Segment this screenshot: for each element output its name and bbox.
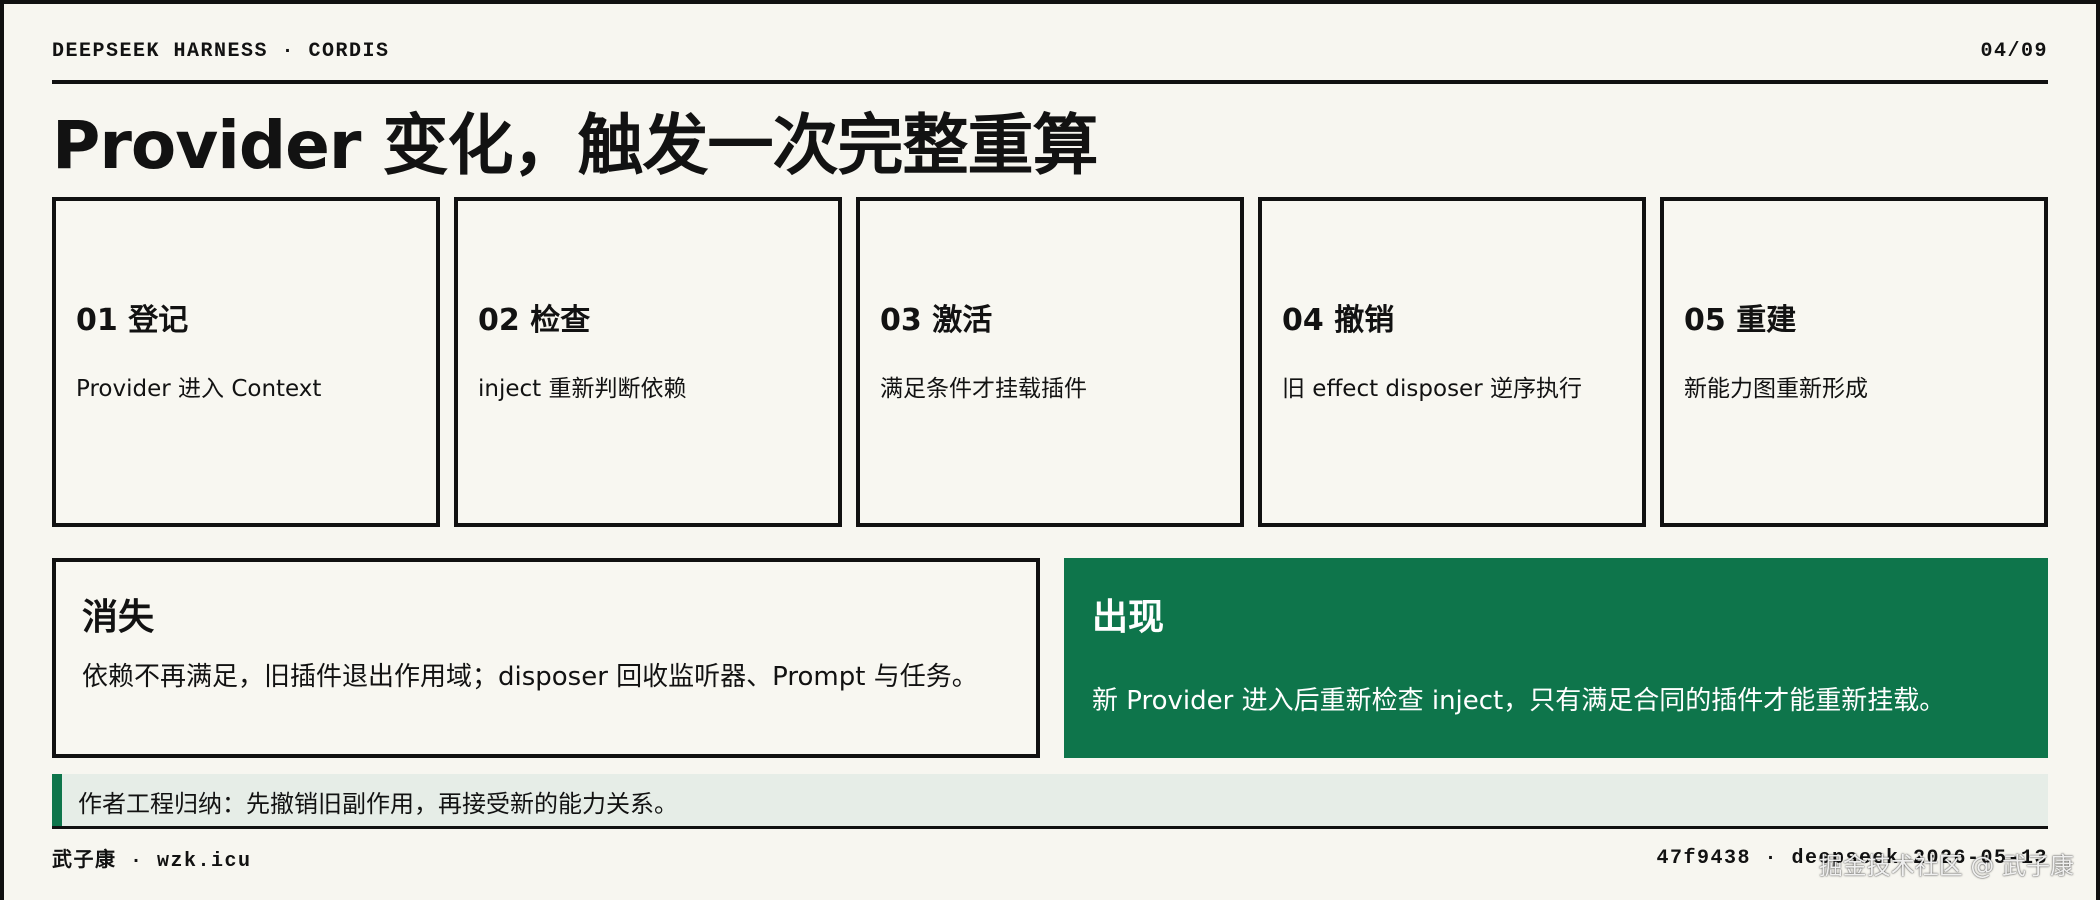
vanish-title: 消失 [82, 597, 155, 638]
footer-divider [52, 826, 2048, 829]
appear-title: 出现 [1092, 597, 1165, 638]
step-desc: Provider 进入 Context [76, 376, 322, 402]
appear-text: 新 Provider 进入后重新检查 inject，只有满足合同的插件才能重新挂… [1092, 686, 1946, 716]
step-card-rebuild: 05 重建 新能力图重新形成 [1660, 197, 2048, 527]
page-number: 04/09 [1980, 40, 2048, 63]
step-card-register: 01 登记 Provider 进入 Context [52, 197, 440, 527]
author-note: 作者工程归纳：先撤销旧副作用，再接受新的能力关系。 [52, 774, 2048, 828]
step-title: 02 检查 [478, 303, 591, 338]
appear-panel: 出现 新 Provider 进入后重新检查 inject，只有满足合同的插件才能… [1064, 558, 2048, 758]
step-card-check: 02 检查 inject 重新判断依赖 [454, 197, 842, 527]
step-desc: 旧 effect disposer 逆序执行 [1282, 376, 1582, 402]
comparison-panels: 消失 依赖不再满足，旧插件退出作用域；disposer 回收监听器、Prompt… [52, 558, 2048, 758]
step-card-activate: 03 激活 满足条件才挂载插件 [856, 197, 1244, 527]
vanish-panel: 消失 依赖不再满足，旧插件退出作用域；disposer 回收监听器、Prompt… [52, 558, 1040, 758]
brand-label: DEEPSEEK HARNESS · CORDIS [52, 40, 390, 63]
step-desc: inject 重新判断依赖 [478, 376, 687, 402]
page-header: DEEPSEEK HARNESS · CORDIS 04/09 [52, 40, 2048, 84]
author-label: 武子康 · wzk.icu [52, 850, 252, 873]
vanish-text: 依赖不再满足，旧插件退出作用域；disposer 回收监听器、Prompt 与任… [82, 662, 978, 692]
step-title: 04 撤销 [1282, 303, 1395, 338]
page-footer: 武子康 · wzk.icu 47f9438 · deepseek 2026-05… [52, 843, 2048, 874]
step-title: 01 登记 [76, 303, 189, 338]
step-title: 03 激活 [880, 303, 993, 338]
step-title: 05 重建 [1684, 303, 1797, 338]
step-card-revoke: 04 撤销 旧 effect disposer 逆序执行 [1258, 197, 1646, 527]
step-desc: 新能力图重新形成 [1684, 376, 1868, 402]
watermark: 掘金技术社区 @ 武子康 [1818, 852, 2074, 880]
page-title: Provider 变化，触发一次完整重算 [52, 107, 1098, 184]
step-list: 01 登记 Provider 进入 Context 02 检查 inject 重… [52, 197, 2048, 527]
step-desc: 满足条件才挂载插件 [880, 376, 1087, 402]
